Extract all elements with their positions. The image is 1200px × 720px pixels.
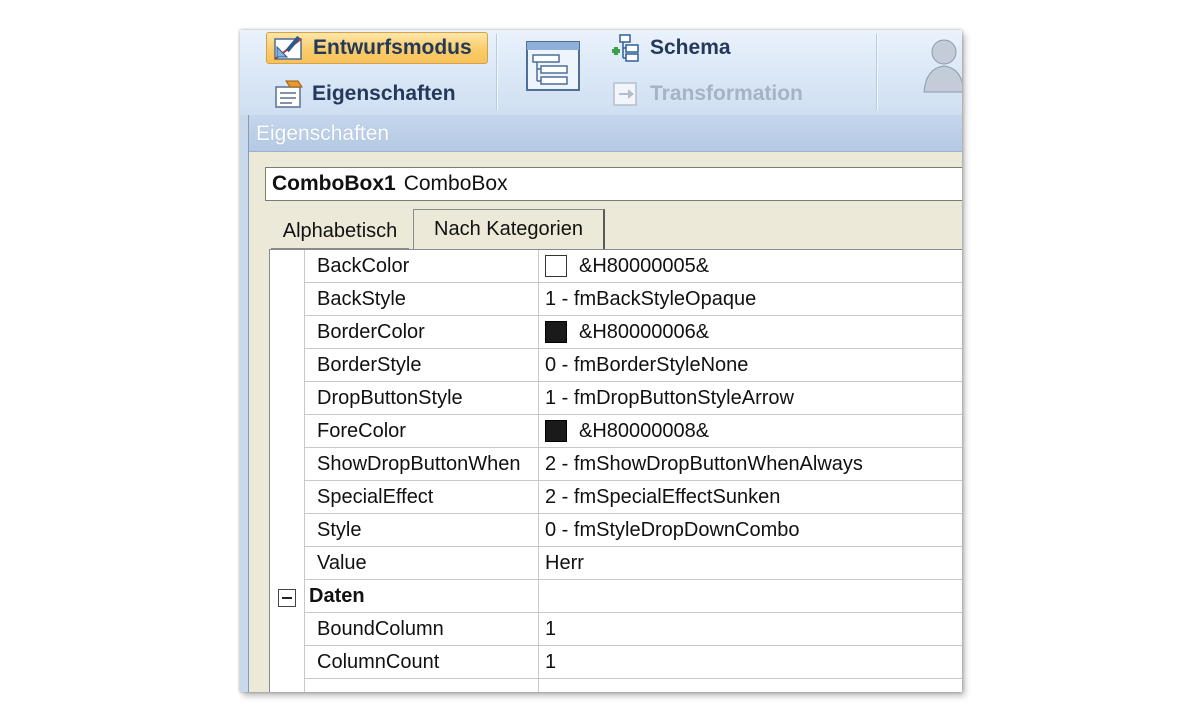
- property-value[interactable]: &H80000006&: [539, 316, 962, 348]
- property-row-showdropbuttonwhen[interactable]: ShowDropButtonWhen 2 - fmShowDropButtonW…: [305, 448, 962, 481]
- properties-button[interactable]: Eigenschaften: [272, 78, 456, 110]
- property-row-specialeffect[interactable]: SpecialEffect 2 - fmSpecialEffectSunken: [305, 481, 962, 514]
- ribbon-separator: [876, 34, 877, 110]
- properties-window: Eigenschaften ComboBox1 ComboBox Alphabe…: [248, 115, 962, 692]
- properties-window-title: Eigenschaften: [256, 122, 390, 145]
- color-swatch: [545, 255, 567, 277]
- property-value-text: &H80000008&: [579, 419, 710, 442]
- category-gutter: [270, 250, 305, 692]
- property-row-backstyle[interactable]: BackStyle 1 - fmBackStyleOpaque: [305, 283, 962, 316]
- property-name: ShowDropButtonWhen: [305, 448, 539, 480]
- property-value[interactable]: &H80000008&: [539, 415, 962, 447]
- category-row-daten[interactable]: Daten: [305, 580, 962, 613]
- property-value[interactable]: 2 - fmSpecialEffectSunken: [539, 481, 962, 513]
- schema-label: Schema: [650, 36, 731, 59]
- property-value[interactable]: 1: [539, 646, 962, 678]
- property-name: BorderStyle: [305, 349, 539, 381]
- property-value-text: &H80000005&: [579, 254, 710, 277]
- tab-label: Alphabetisch: [282, 220, 398, 242]
- design-mode-label: Entwurfsmodus: [313, 36, 472, 59]
- schema-icon: [610, 33, 644, 63]
- property-name: BoundColumn: [305, 613, 539, 645]
- property-value[interactable]: 1 - fmDropButtonStyleArrow: [539, 382, 962, 414]
- ribbon-developer-tab: Entwurfsmodus Eigenschaften Schema Trans…: [240, 30, 962, 115]
- design-mode-icon: [273, 33, 307, 63]
- property-row-value[interactable]: Value Herr: [305, 547, 962, 580]
- property-row-partial: [305, 679, 962, 692]
- property-name: Value: [305, 547, 539, 579]
- object-type: ComboBox: [403, 172, 508, 195]
- property-name: Style: [305, 514, 539, 546]
- property-row-borderstyle[interactable]: BorderStyle 0 - fmBorderStyleNone: [305, 349, 962, 382]
- collapse-category-icon[interactable]: [278, 589, 296, 607]
- color-swatch: [545, 420, 567, 442]
- property-name: BackColor: [305, 250, 539, 282]
- category-value: [539, 580, 962, 612]
- color-swatch: [545, 321, 567, 343]
- property-value[interactable]: 2 - fmShowDropButtonWhenAlways: [539, 448, 962, 480]
- screenshot-frame: Entwurfsmodus Eigenschaften Schema Trans…: [240, 30, 962, 692]
- transformation-icon: [610, 79, 644, 109]
- xml-source-icon[interactable]: [523, 38, 583, 94]
- tab-nach-kategorien[interactable]: Nach Kategorien: [413, 209, 605, 249]
- schema-button[interactable]: Schema: [610, 32, 731, 64]
- properties-icon: [272, 79, 306, 109]
- design-mode-button[interactable]: Entwurfsmodus: [266, 32, 488, 64]
- user-icon[interactable]: [920, 34, 962, 94]
- property-value[interactable]: 1: [539, 613, 962, 645]
- property-row-dropbuttonstyle[interactable]: DropButtonStyle 1 - fmDropButtonStyleArr…: [305, 382, 962, 415]
- property-name: DropButtonStyle: [305, 382, 539, 414]
- property-name: [305, 679, 539, 692]
- property-name: BorderColor: [305, 316, 539, 348]
- property-name: ColumnCount: [305, 646, 539, 678]
- transformation-label: Transformation: [650, 82, 803, 105]
- ribbon-separator: [496, 34, 497, 110]
- property-row-backcolor[interactable]: BackColor &H80000005&: [305, 250, 962, 283]
- property-value[interactable]: 0 - fmStyleDropDownCombo: [539, 514, 962, 546]
- category-name: Daten: [305, 580, 539, 612]
- property-value[interactable]: 1 - fmBackStyleOpaque: [539, 283, 962, 315]
- property-value-text: &H80000006&: [579, 320, 710, 343]
- property-value: [539, 679, 962, 692]
- transformation-button[interactable]: Transformation: [610, 78, 803, 110]
- tab-label: Nach Kategorien: [434, 218, 583, 240]
- properties-titlebar[interactable]: Eigenschaften: [249, 115, 962, 152]
- property-grid: BackColor &H80000005& BackStyle 1 - fmBa…: [269, 249, 962, 692]
- object-selector-dropdown[interactable]: ComboBox1 ComboBox: [265, 167, 962, 201]
- property-row-boundcolumn[interactable]: BoundColumn 1: [305, 613, 962, 646]
- property-row-bordercolor[interactable]: BorderColor &H80000006&: [305, 316, 962, 349]
- property-name: BackStyle: [305, 283, 539, 315]
- property-value[interactable]: &H80000005&: [539, 250, 962, 282]
- object-name: ComboBox1: [272, 172, 396, 195]
- property-row-forecolor[interactable]: ForeColor &H80000008&: [305, 415, 962, 448]
- property-value[interactable]: 0 - fmBorderStyleNone: [539, 349, 962, 381]
- property-row-style[interactable]: Style 0 - fmStyleDropDownCombo: [305, 514, 962, 547]
- property-row-columncount[interactable]: ColumnCount 1: [305, 646, 962, 679]
- tab-alphabetisch[interactable]: Alphabetisch: [271, 215, 409, 249]
- property-name: ForeColor: [305, 415, 539, 447]
- property-name: SpecialEffect: [305, 481, 539, 513]
- property-value[interactable]: Herr: [539, 547, 962, 579]
- properties-label: Eigenschaften: [312, 82, 456, 105]
